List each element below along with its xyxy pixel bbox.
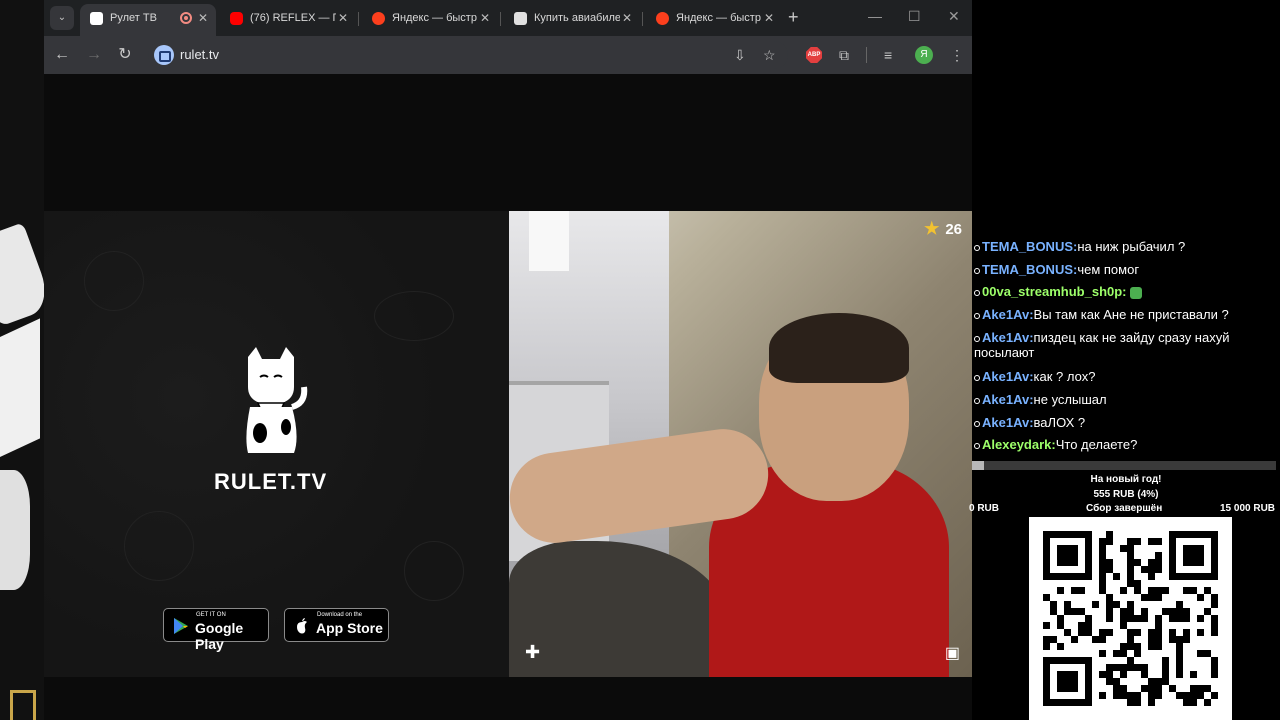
donation-goal-max: 15 000 RUB [1220, 503, 1276, 514]
site-info-icon[interactable] [154, 45, 174, 65]
google-play-icon [174, 618, 188, 634]
tab-label: (76) REFLEX — П [250, 12, 336, 24]
tab-label: Яндекс — быстр [676, 12, 761, 24]
yandex-favicon-icon [372, 12, 385, 25]
chat-message: TEMA_BONUS:чем помог [974, 262, 1274, 277]
browser-window: ⌄ Рулет ТВ ✕ (76) REFLEX — П ✕ Яндекс — … [44, 0, 972, 720]
tab-aviasales[interactable]: Купить авиабиле ✕ [504, 4, 640, 32]
donation-goal-title: На новый год! [1090, 474, 1162, 485]
youtube-favicon-icon [230, 12, 243, 25]
close-tab-icon[interactable]: ✕ [198, 4, 208, 32]
close-tab-icon[interactable]: ✕ [338, 4, 348, 32]
recording-icon [180, 12, 192, 24]
donation-progress-fill [972, 461, 985, 470]
chat-message: Ake1Av:ваЛОХ ? [974, 415, 1274, 430]
close-tab-icon[interactable]: ✕ [622, 4, 632, 32]
back-button[interactable]: ← [52, 45, 72, 65]
gamepad-icon[interactable]: ✚ [525, 642, 540, 663]
apple-icon [297, 618, 307, 634]
reload-button[interactable]: ↻ [115, 45, 135, 65]
close-window-button[interactable]: ✕ [948, 8, 960, 25]
star-icon: ★ [924, 219, 940, 238]
bookmark-star-icon[interactable]: ☆ [763, 46, 776, 64]
tab-yandex-1[interactable]: Яндекс — быстр ✕ [362, 4, 498, 32]
screen: ⌄ Рулет ТВ ✕ (76) REFLEX — П ✕ Яндекс — … [0, 0, 1280, 720]
emote-icon [1130, 286, 1143, 299]
rulet-favicon-icon [90, 12, 103, 25]
chat-message: Ake1Av:как ? лох? [974, 369, 1274, 384]
tab-search-button[interactable]: ⌄ [50, 6, 74, 30]
maximize-button[interactable]: ☐ [908, 8, 921, 25]
chat-message: TEMA_BONUS:на ниж рыбачил ? [974, 239, 1274, 254]
gift-icon[interactable]: ▣ [945, 643, 960, 663]
address-bar[interactable]: rulet.tv [148, 41, 788, 69]
browser-toolbar: ← → ↻ rulet.tv ⇩ ☆ ABP ⧉ ≡ Я ⋮ [44, 36, 972, 74]
donation-goal-current: 555 RUB (4%) [1093, 489, 1159, 500]
aviasales-favicon-icon [514, 12, 527, 25]
donation-goal-min: 0 RUB [969, 503, 1000, 514]
tab-rulet[interactable]: Рулет ТВ ✕ [80, 4, 216, 36]
app-store-button[interactable]: Download on the App Store [284, 608, 389, 642]
profile-avatar[interactable]: Я [915, 46, 933, 64]
donation-progress-bar [972, 461, 1276, 470]
close-tab-icon[interactable]: ✕ [764, 4, 774, 32]
menu-icon[interactable]: ⋮ [950, 46, 964, 64]
tab-reflex[interactable]: (76) REFLEX — П ✕ [220, 4, 356, 32]
close-tab-icon[interactable]: ✕ [480, 4, 490, 32]
url-text[interactable]: rulet.tv [180, 47, 219, 62]
webcam-video: ★ 26 ✚ ▣ [509, 211, 972, 677]
new-tab-button[interactable]: + [788, 8, 799, 26]
chat-message: Alexeydark:Что делаете? [974, 437, 1274, 452]
chat-message: 00va_streamhub_sh0p: [974, 284, 1274, 299]
rating-counter: ★ 26 [924, 219, 962, 238]
chat-message: Ake1Av:не услышал [974, 392, 1274, 407]
qr-code [1029, 517, 1232, 720]
chat-message: Ake1Av:Вы там как Ане не приставали ? [974, 307, 1274, 322]
page-content: RULET.TV GET IT ON Google Play Download … [44, 74, 972, 720]
brand-wordmark: RULET.TV [214, 469, 328, 494]
cat-logo-icon [246, 347, 308, 453]
tab-label: Купить авиабиле [534, 12, 620, 24]
tab-yandex-2[interactable]: Яндекс — быстр ✕ [646, 4, 782, 32]
donation-goal-status: Сбор завершён [1086, 503, 1163, 514]
chat-message: Ake1Av:пиздец как не зайду сразу нахуй п… [974, 330, 1230, 360]
tab-strip: ⌄ Рулет ТВ ✕ (76) REFLEX — П ✕ Яндекс — … [44, 0, 972, 36]
minimize-button[interactable]: — [868, 8, 882, 24]
rulet-promo-panel: RULET.TV GET IT ON Google Play Download … [44, 211, 509, 677]
yandex-favicon-icon [656, 12, 669, 25]
extensions-icon[interactable]: ⧉ [839, 46, 849, 64]
stream-background-strip [0, 0, 44, 720]
install-app-icon[interactable]: ⇩ [734, 46, 746, 64]
tab-label: Яндекс — быстр [392, 12, 477, 24]
forward-button[interactable]: → [84, 45, 104, 65]
media-control-icon[interactable]: ≡ [884, 46, 892, 64]
adblock-icon[interactable]: ABP [806, 47, 822, 63]
google-play-button[interactable]: GET IT ON Google Play [163, 608, 269, 652]
stream-chat: TEMA_BONUS:на ниж рыбачил ? TEMA_BONUS:ч… [972, 238, 1280, 460]
